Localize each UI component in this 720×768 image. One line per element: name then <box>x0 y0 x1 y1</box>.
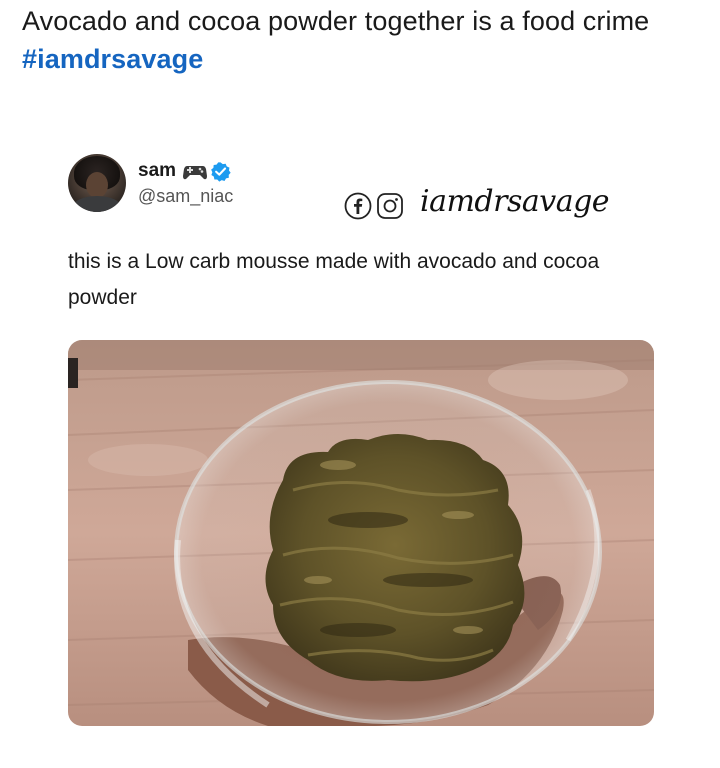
instagram-icon <box>377 193 403 219</box>
display-name[interactable]: sam <box>138 160 176 182</box>
verified-icon <box>211 162 231 182</box>
tweet-photo[interactable] <box>68 340 654 726</box>
gamepad-icon <box>183 166 207 180</box>
embedded-tweet: sam @sam_niac iamdrsavage this is a Low … <box>0 0 720 768</box>
avatar[interactable] <box>68 154 126 212</box>
mousse-photo-illustration <box>68 340 654 726</box>
tweet-text: this is a Low carb mousse made with avoc… <box>68 250 600 309</box>
facebook-icon <box>344 192 372 220</box>
watermark-text: iamdrsavage <box>420 184 610 219</box>
user-handle[interactable]: @sam_niac <box>138 186 233 207</box>
